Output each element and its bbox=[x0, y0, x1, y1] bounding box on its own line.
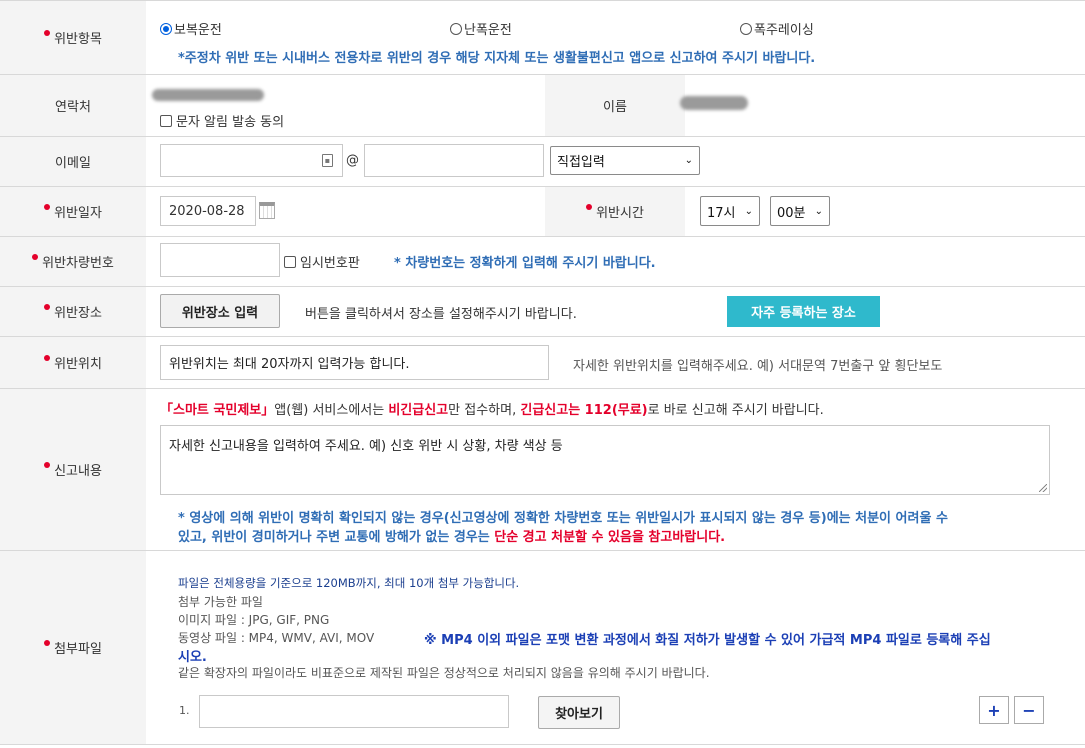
email-domain-input[interactable] bbox=[364, 144, 544, 177]
report-warning-line2: 있고, 위반이 경미하거나 주변 교통에 방해가 없는 경우는 단순 경고 처분… bbox=[178, 530, 726, 545]
required-dot bbox=[44, 203, 51, 210]
report-notice: 「스마트 국민제보」앱(웹) 서비스에서는 비긴급신고만 접수하며, 긴급신고는… bbox=[160, 403, 824, 418]
required-dot bbox=[44, 354, 51, 361]
report-warning-line1: * 영상에 의해 위반이 명확히 확인되지 않는 경우(신고영상에 정확한 차량… bbox=[178, 511, 948, 526]
attachment-row: 첨부파일 파일은 전체용량을 기준으로 120MB까지, 최대 10개 첨부 가… bbox=[0, 551, 1085, 745]
attachment-label: 첨부파일 bbox=[0, 551, 146, 744]
radio-racing[interactable]: 폭주레이싱 bbox=[740, 19, 814, 38]
attachment-standard-note: 같은 확장자의 파일이라도 비표준으로 제작된 파일은 정상적으로 처리되지 않… bbox=[178, 666, 710, 680]
redacted-name bbox=[680, 96, 748, 110]
violation-type-notice: *주정차 위반 또는 시내버스 전용차로 위반의 경우 해당 지자체 또는 생활… bbox=[178, 51, 816, 66]
email-domain-select[interactable]: 직접입력 ⌄ bbox=[550, 146, 700, 175]
plate-input[interactable] bbox=[160, 243, 280, 277]
report-form: 위반항목 보복운전 난폭운전 폭주레이싱 *주정차 위반 또는 시내버스 전용차… bbox=[0, 0, 1085, 748]
email-at: @ bbox=[346, 153, 359, 168]
plate-label: 위반차량번호 bbox=[0, 237, 146, 286]
required-dot bbox=[586, 203, 593, 210]
violation-type-label: 위반항목 bbox=[0, 1, 146, 74]
required-dot bbox=[44, 461, 51, 468]
calendar-icon[interactable] bbox=[259, 202, 275, 219]
chevron-down-icon: ⌄ bbox=[814, 205, 823, 217]
attachment-limit: 파일은 전체용량을 기준으로 120MB까지, 최대 10개 첨부 가능합니다. bbox=[178, 576, 520, 590]
minute-select[interactable]: 00분 ⌄ bbox=[770, 196, 830, 226]
remove-file-button[interactable]: − bbox=[1014, 696, 1044, 724]
email-local-input[interactable]: ▪ bbox=[160, 144, 343, 177]
sms-consent-checkbox[interactable]: 문자 알림 발송 동의 bbox=[160, 111, 284, 130]
radio-reckless[interactable]: 난폭운전 bbox=[450, 19, 512, 38]
chevron-down-icon: ⌄ bbox=[744, 205, 753, 217]
browse-button[interactable]: 찾아보기 bbox=[538, 696, 620, 729]
required-dot bbox=[44, 639, 51, 646]
contact-card-icon: ▪ bbox=[322, 154, 333, 167]
position-input[interactable]: 위반위치는 최대 20자까지 입력가능 합니다. bbox=[160, 345, 549, 380]
radio-retaliatory[interactable]: 보복운전 bbox=[160, 19, 222, 38]
attachment-allowed-title: 첨부 가능한 파일 bbox=[178, 595, 263, 609]
violation-type-row: 위반항목 보복운전 난폭운전 폭주레이싱 *주정차 위반 또는 시내버스 전용차… bbox=[0, 1, 1085, 75]
date-input[interactable]: 2020-08-28 bbox=[160, 196, 256, 226]
name-label: 이름 bbox=[545, 75, 685, 136]
location-row: 위반장소 위반장소 입력 버튼을 클릭하셔서 장소를 설정해주시기 바랍니다. … bbox=[0, 287, 1085, 337]
position-label: 위반위치 bbox=[0, 337, 146, 388]
attachment-file-input[interactable] bbox=[199, 695, 509, 728]
attachment-mp4-note-cont: 시오. bbox=[178, 650, 207, 665]
contact-label: 연락처 bbox=[0, 75, 146, 136]
chevron-down-icon: ⌄ bbox=[684, 155, 693, 166]
contact-row: 연락처 문자 알림 발송 동의 이름 bbox=[0, 75, 1085, 137]
email-label: 이메일 bbox=[0, 137, 146, 186]
email-row: 이메일 ▪ @ 직접입력 ⌄ bbox=[0, 137, 1085, 187]
position-help: 자세한 위반위치를 입력해주세요. 예) 서대문역 7번출구 앞 횡단보도 bbox=[573, 359, 943, 374]
report-row: 신고내용 「스마트 국민제보」앱(웹) 서비스에서는 비긴급신고만 접수하며, … bbox=[0, 389, 1085, 551]
date-row: 위반일자 2020-08-28 위반시간 17시 ⌄ 00분 ⌄ bbox=[0, 187, 1085, 237]
attachment-video-types: 동영상 파일 : MP4, WMV, AVI, MOV bbox=[178, 631, 375, 645]
favorite-places-button[interactable]: 자주 등록하는 장소 bbox=[727, 296, 880, 327]
redacted-phone bbox=[152, 89, 264, 101]
hour-select[interactable]: 17시 ⌄ bbox=[700, 196, 760, 226]
position-row: 위반위치 위반위치는 최대 20자까지 입력가능 합니다. 자세한 위반위치를 … bbox=[0, 337, 1085, 389]
radio-icon bbox=[740, 23, 752, 35]
checkbox-icon bbox=[284, 256, 296, 268]
location-help: 버튼을 클릭하셔서 장소를 설정해주시기 바랍니다. bbox=[305, 307, 577, 322]
plate-row: 위반차량번호 임시번호판 * 차량번호는 정확하게 입력해 주시기 바랍니다. bbox=[0, 237, 1085, 287]
location-input-button[interactable]: 위반장소 입력 bbox=[160, 294, 280, 328]
required-dot bbox=[32, 253, 39, 260]
temp-plate-checkbox[interactable]: 임시번호판 bbox=[284, 252, 360, 271]
required-dot bbox=[44, 29, 51, 36]
checkbox-icon bbox=[160, 115, 172, 127]
attachment-index: 1. bbox=[179, 704, 190, 717]
radio-icon bbox=[450, 23, 462, 35]
attachment-image-types: 이미지 파일 : JPG, GIF, PNG bbox=[178, 613, 330, 627]
date-label: 위반일자 bbox=[0, 187, 146, 236]
radio-checked-icon bbox=[160, 23, 172, 35]
add-file-button[interactable]: + bbox=[979, 696, 1009, 724]
plate-notice: * 차량번호는 정확하게 입력해 주시기 바랍니다. bbox=[394, 256, 656, 271]
time-label: 위반시간 bbox=[545, 187, 685, 236]
required-dot bbox=[44, 303, 51, 310]
report-label: 신고내용 bbox=[0, 389, 146, 550]
resize-handle-icon[interactable] bbox=[1039, 484, 1047, 492]
location-label: 위반장소 bbox=[0, 287, 146, 336]
attachment-mp4-note: ※ MP4 이외 파일은 포맷 변환 과정에서 화질 저하가 발생할 수 있어 … bbox=[424, 633, 991, 648]
report-textarea[interactable]: 자세한 신고내용을 입력하여 주세요. 예) 신호 위반 시 상황, 차량 색상… bbox=[160, 425, 1050, 495]
